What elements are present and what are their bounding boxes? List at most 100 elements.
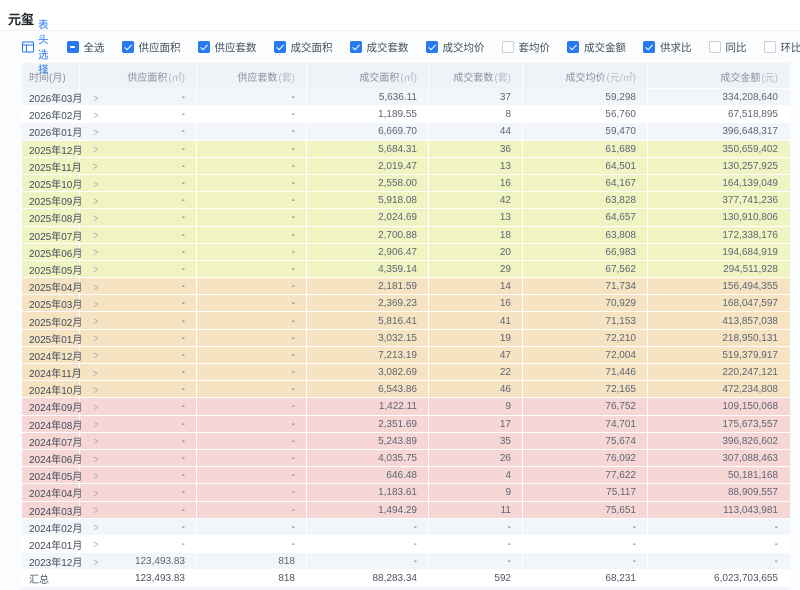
value-cell: 294,511,928 <box>648 261 790 278</box>
chevron-right-icon[interactable]: > <box>93 384 98 397</box>
column-checkbox-select-all[interactable]: 全选 <box>67 40 105 55</box>
month-cell[interactable]: 2024年03月> <box>22 502 80 519</box>
month-cell[interactable]: 2024年09月> <box>22 398 80 415</box>
column-checkbox-5[interactable]: 成交均价 <box>426 40 485 55</box>
month-cell[interactable]: 2025年11月> <box>22 158 80 175</box>
month-cell[interactable]: 2024年11月> <box>22 364 80 381</box>
column-checkbox-1[interactable]: 供应面积 <box>122 40 181 55</box>
value-cell: 175,673,557 <box>648 416 790 433</box>
chevron-right-icon[interactable]: > <box>93 109 98 122</box>
chevron-right-icon[interactable]: > <box>93 418 98 431</box>
chevron-right-icon[interactable]: > <box>93 280 98 293</box>
value-cell: 307,088,463 <box>648 450 790 467</box>
month-cell[interactable]: 2026年03月> <box>22 89 80 106</box>
chevron-right-icon[interactable]: > <box>93 126 98 139</box>
checkbox-checked-icon[interactable] <box>643 41 655 53</box>
month-cell[interactable]: 2025年04月> <box>22 278 80 295</box>
value-cell: 75,651 <box>523 502 648 519</box>
chevron-right-icon[interactable]: > <box>93 538 98 551</box>
month-cell[interactable]: 2023年12月> <box>22 553 80 570</box>
chevron-right-icon[interactable]: > <box>93 298 98 311</box>
column-header-label: 成交金额 <box>720 69 760 84</box>
chevron-right-icon[interactable]: > <box>93 521 98 534</box>
month-cell[interactable]: 2026年01月> <box>22 123 80 140</box>
chevron-right-icon[interactable]: > <box>93 315 98 328</box>
month-cell[interactable]: 2025年02月> <box>22 312 80 329</box>
chevron-right-icon[interactable]: > <box>93 91 98 104</box>
chevron-right-icon[interactable]: > <box>93 194 98 207</box>
chevron-right-icon[interactable]: > <box>93 504 98 517</box>
table-row: 2025年08月>--2,024.691364,657130,910,806 <box>22 209 790 226</box>
month-cell[interactable]: 2025年06月> <box>22 244 80 261</box>
column-checkbox-3[interactable]: 成交面积 <box>274 40 333 55</box>
month-cell[interactable]: 2024年04月> <box>22 484 80 501</box>
chevron-right-icon[interactable]: > <box>93 143 98 156</box>
checkbox-checked-icon[interactable] <box>567 41 579 53</box>
month-cell[interactable]: 2024年10月> <box>22 381 80 398</box>
chevron-right-icon[interactable]: > <box>93 435 98 448</box>
checkbox-checked-icon[interactable] <box>350 41 362 53</box>
month-cell[interactable]: 2024年12月> <box>22 347 80 364</box>
month-cell[interactable]: 2024年05月> <box>22 467 80 484</box>
month-cell[interactable]: 2025年09月> <box>22 192 80 209</box>
checkbox-indeterminate-icon[interactable] <box>67 41 79 53</box>
value-cell: 72,004 <box>523 347 648 364</box>
column-checkbox-6[interactable]: 套均价 <box>502 40 551 55</box>
month-cell[interactable]: 2025年05月> <box>22 261 80 278</box>
value-cell: 413,857,038 <box>648 312 790 329</box>
checkbox-unchecked-icon[interactable] <box>502 41 514 53</box>
checkbox-unchecked-icon[interactable] <box>764 41 776 53</box>
column-checkbox-9[interactable]: 同比 <box>709 40 747 55</box>
month-cell[interactable]: 2024年08月> <box>22 416 80 433</box>
chevron-right-icon[interactable]: > <box>93 332 98 345</box>
column-checkbox-10[interactable]: 环比 <box>764 40 800 55</box>
chevron-right-icon[interactable]: > <box>93 452 98 465</box>
table-row: 2025年11月>--2,019.471364,501130,257,925 <box>22 158 790 175</box>
chevron-right-icon[interactable]: > <box>93 177 98 190</box>
checkbox-checked-icon[interactable] <box>198 41 210 53</box>
chevron-right-icon[interactable]: > <box>93 246 98 259</box>
month-cell[interactable]: 2025年10月> <box>22 175 80 192</box>
month-cell[interactable]: 2026年02月> <box>22 106 80 123</box>
chevron-right-icon[interactable]: > <box>93 212 98 225</box>
month-label: 2024年04月 <box>29 485 82 500</box>
column-checkbox-8[interactable]: 供求比 <box>643 40 692 55</box>
month-cell[interactable]: 2024年07月> <box>22 433 80 450</box>
chevron-right-icon[interactable]: > <box>93 263 98 276</box>
month-label: 2025年06月 <box>29 245 82 260</box>
chevron-right-icon[interactable]: > <box>93 401 98 414</box>
chevron-right-icon[interactable]: > <box>93 160 98 173</box>
chevron-right-icon[interactable]: > <box>93 487 98 500</box>
value-cell: 76,092 <box>523 450 648 467</box>
column-checkbox-7[interactable]: 成交金额 <box>567 40 626 55</box>
chevron-right-icon[interactable]: > <box>93 555 98 568</box>
month-cell[interactable]: 2025年07月> <box>22 227 80 244</box>
chevron-right-icon[interactable]: > <box>93 469 98 482</box>
month-cell[interactable]: 2025年12月> <box>22 141 80 158</box>
checkbox-checked-icon[interactable] <box>122 41 134 53</box>
value-cell: 71,734 <box>523 278 648 295</box>
month-cell[interactable]: 2024年06月> <box>22 450 80 467</box>
month-cell[interactable]: 2025年08月> <box>22 209 80 226</box>
column-checkbox-2[interactable]: 供应套数 <box>198 40 257 55</box>
month-cell[interactable]: 2024年02月> <box>22 519 80 536</box>
chevron-right-icon[interactable]: > <box>93 349 98 362</box>
month-cell[interactable]: 2025年03月> <box>22 295 80 312</box>
value-cell: 22 <box>429 364 523 381</box>
month-cell[interactable]: 2025年01月> <box>22 330 80 347</box>
column-header-unit: (元/㎡) <box>607 69 636 84</box>
month-label: 2024年03月 <box>29 503 82 518</box>
chevron-right-icon[interactable]: > <box>93 229 98 242</box>
checkbox-checked-icon[interactable] <box>274 41 286 53</box>
month-label: 2025年02月 <box>29 314 82 329</box>
month-cell[interactable]: 2024年01月> <box>22 536 80 553</box>
data-table: 时间(月)供应面积(㎡)供应套数(套)成交面积(㎡)成交套数(套)成交均价(元/… <box>22 63 790 587</box>
value-cell: - <box>429 519 523 536</box>
column-checkbox-4[interactable]: 成交套数 <box>350 40 409 55</box>
value-cell: 818 <box>197 553 307 570</box>
chevron-right-icon[interactable]: > <box>93 366 98 379</box>
month-label: 2026年02月 <box>29 107 82 122</box>
checkbox-unchecked-icon[interactable] <box>709 41 721 53</box>
month-label: 2025年01月 <box>29 331 82 346</box>
checkbox-checked-icon[interactable] <box>426 41 438 53</box>
